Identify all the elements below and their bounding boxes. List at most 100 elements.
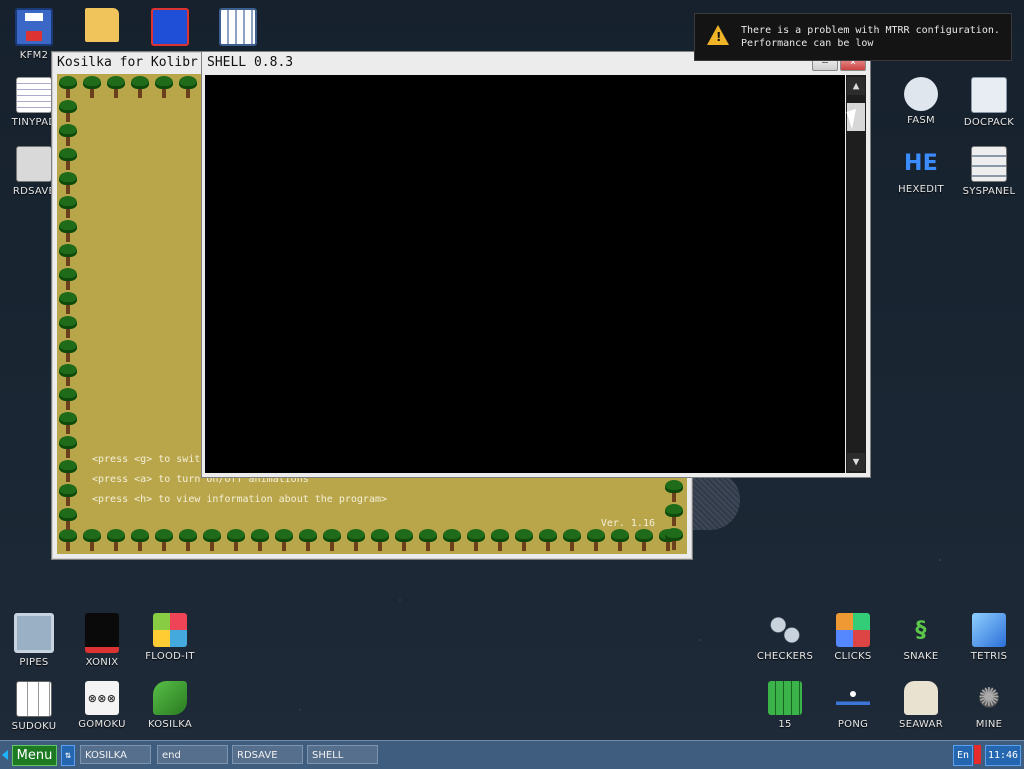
tree-icon: [59, 76, 77, 98]
desktop-icon-gomoku[interactable]: ⊗⊗⊗ GOMOKU: [68, 681, 136, 730]
xonix-icon: [85, 613, 119, 653]
tree-icon: [59, 124, 77, 146]
desktop-icon-folder[interactable]: [68, 8, 136, 46]
shell-terminal-area[interactable]: [205, 75, 845, 473]
shell-scrollbar[interactable]: ▲ ▼: [846, 75, 866, 473]
tree-icon: [419, 529, 437, 551]
swap-windows-button[interactable]: ⇅: [61, 745, 75, 766]
desktop-icon-label: XONIX: [85, 657, 119, 668]
fasm-icon: [904, 77, 938, 111]
tree-icon: [275, 529, 293, 551]
desktop-icon-tetris[interactable]: TETRIS: [955, 613, 1023, 662]
desktop-icon-snake[interactable]: § SNAKE: [887, 613, 955, 663]
tree-icon: [665, 528, 683, 550]
tree-icon: [491, 529, 509, 551]
language-indicator[interactable]: En: [953, 745, 973, 766]
tree-icon: [251, 529, 269, 551]
tree-icon: [59, 220, 77, 242]
clock[interactable]: 11:46: [985, 745, 1021, 766]
tree-icon: [347, 529, 365, 551]
desktop-icon-label: MINE: [975, 719, 1003, 730]
desktop-icon-hexedit[interactable]: HE HEXEDIT: [887, 146, 955, 196]
desktop-icon-kosilka[interactable]: KOSILKA: [136, 681, 204, 730]
tree-icon: [155, 529, 173, 551]
taskbar-left-arrow-icon[interactable]: [2, 750, 8, 760]
folder-icon: [85, 8, 119, 42]
desktop-icon-pong[interactable]: PONG: [819, 681, 887, 730]
desktop-icon-flood-it[interactable]: FLOOD-IT: [136, 613, 204, 662]
tree-icon: [515, 529, 533, 551]
tree-icon: [611, 529, 629, 551]
desktop-icon-syspanel[interactable]: SYSPANEL: [955, 146, 1023, 197]
tree-icon: [107, 529, 125, 551]
scroll-down-button[interactable]: ▼: [847, 453, 865, 471]
pipes-icon: [14, 613, 54, 653]
desktop-icon-label: CLICKS: [834, 651, 872, 662]
desktop-icon-pipes[interactable]: PIPES: [0, 613, 68, 668]
menu-button[interactable]: Menu: [12, 745, 57, 766]
desktop-icon-label: PIPES: [19, 657, 49, 668]
tree-icon: [59, 484, 77, 506]
planet-wallpaper-detail: [690, 470, 740, 530]
flood-it-icon: [153, 613, 187, 647]
tree-icon: [395, 529, 413, 551]
desktop-icon-docpack[interactable]: DOCPACK: [955, 77, 1023, 128]
desktop-icon-label: FASM: [907, 115, 935, 126]
desktop-icon-label: GOMOKU: [78, 719, 126, 730]
tree-icon: [323, 529, 341, 551]
desktop-icon-board[interactable]: [136, 8, 204, 50]
desktop-icon-label: KOSILKA: [147, 719, 193, 730]
tree-icon: [59, 388, 77, 410]
desktop-icon-checkers[interactable]: CHECKERS: [751, 613, 819, 662]
tree-icon: [371, 529, 389, 551]
desktop-icon-label: HEXEDIT: [898, 184, 944, 195]
tree-icon: [539, 529, 557, 551]
desktop-icon-label: 15: [778, 719, 792, 730]
desktop-icon-fasm[interactable]: FASM: [887, 77, 955, 126]
tree-icon: [59, 244, 77, 266]
tree-icon: [59, 460, 77, 482]
tetris-icon: [972, 613, 1006, 647]
desktop-icon-clicks[interactable]: CLICKS: [819, 613, 887, 662]
desktop-icon-calculator[interactable]: [204, 8, 272, 50]
desktop-icon-15[interactable]: 15: [751, 681, 819, 730]
desktop-icon-sudoku[interactable]: SUDOKU: [0, 681, 68, 732]
desktop-icon-label: SYSPANEL: [962, 186, 1016, 197]
desktop-icon-label: PONG: [837, 719, 869, 730]
tree-icon: [59, 436, 77, 458]
taskbar-button-rdsave[interactable]: RDSAVE: [232, 745, 303, 764]
desktop-icon-mine[interactable]: ✺ MINE: [955, 681, 1023, 730]
clicks-icon: [836, 613, 870, 647]
desktop-icon-seawar[interactable]: SEAWAR: [887, 681, 955, 730]
hexedit-icon: HE: [903, 150, 939, 176]
pong-icon: [836, 681, 870, 715]
syspanel-icon: [971, 146, 1007, 182]
shell-window[interactable]: SHELL 0.8.3 – × ▲ ▼: [201, 51, 871, 478]
desktop-icon-label: SUDOKU: [11, 721, 57, 732]
scroll-up-button[interactable]: ▲: [847, 77, 865, 95]
tree-icon: [179, 76, 197, 98]
tree-icon: [563, 529, 581, 551]
tree-icon: [665, 480, 683, 502]
taskbar-button-shell[interactable]: SHELL: [307, 745, 378, 764]
kosilka-help-line: <press <g> to switc: [92, 454, 207, 465]
desktop-icon-xonix[interactable]: XONIX: [68, 613, 136, 668]
notepad-icon: [16, 77, 52, 113]
tree-icon: [587, 529, 605, 551]
board-icon: [151, 8, 189, 46]
tree-icon: [59, 172, 77, 194]
tree-icon: [107, 76, 125, 98]
taskbar-button-end[interactable]: end: [157, 745, 228, 764]
desktop-icon-label: DOCPACK: [963, 117, 1015, 128]
taskbar: Menu ⇅ KOSILKA end RDSAVE SHELL En 11:46: [0, 740, 1024, 769]
status-indicator: [974, 745, 981, 764]
checkers-icon: [768, 613, 802, 647]
tree-icon: [131, 76, 149, 98]
tree-icon: [59, 292, 77, 314]
tree-icon: [59, 412, 77, 434]
sudoku-icon: [16, 681, 52, 717]
calculator-icon: [219, 8, 257, 46]
taskbar-button-kosilka[interactable]: KOSILKA: [80, 745, 151, 764]
kosilka-version: Ver. 1.16: [600, 518, 655, 529]
notification-popup[interactable]: ! There is a problem with MTRR configura…: [694, 13, 1012, 61]
